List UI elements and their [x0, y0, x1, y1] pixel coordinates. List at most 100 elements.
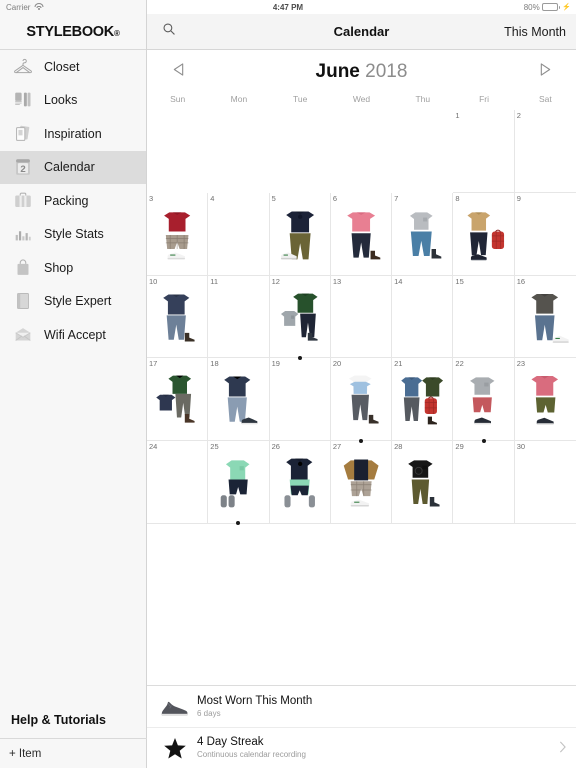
outfit-thumbnail[interactable]	[274, 201, 326, 271]
sidebar: STYLEBOOK® Closet Looks Inspiration 2 Ca…	[0, 0, 147, 768]
outfit-thumbnail[interactable]	[151, 366, 203, 436]
calendar-day-cell[interactable]: 19	[269, 358, 331, 442]
calendar-day-cell[interactable]: 5	[269, 192, 331, 276]
day-number: 18	[210, 359, 219, 369]
calendar-day-cell[interactable]: 13	[330, 275, 393, 359]
add-item-button[interactable]: + Item	[0, 739, 147, 768]
calendar-day-cell[interactable]: 25	[208, 441, 270, 526]
calendar-day-cell[interactable]: 22	[453, 358, 515, 443]
outfit-thumbnail[interactable]	[151, 284, 203, 354]
outfit-thumbnail[interactable]	[212, 449, 264, 519]
sidebar-item-shop[interactable]: Shop	[0, 251, 146, 285]
main-content: Calendar This Month June 2018 Sun Mon Tu…	[147, 0, 576, 768]
this-month-button[interactable]: This Month	[504, 25, 576, 39]
most-worn-row[interactable]: Most Worn This Month 6 days	[147, 686, 576, 727]
streak-row[interactable]: 4 Day Streak Continuous calendar recordi…	[147, 727, 576, 768]
outfit-thumbnail[interactable]	[457, 201, 509, 271]
outfit-thumbnail[interactable]	[335, 449, 387, 519]
calendar-day-cell[interactable]: 8	[453, 192, 515, 276]
day-number: 16	[516, 276, 526, 286]
month-navigation-bar: June 2018	[147, 50, 576, 94]
outfit-thumbnail[interactable]	[335, 201, 387, 271]
outfit-thumbnail[interactable]	[335, 366, 387, 436]
calendar-day-cell[interactable]: 30	[514, 441, 576, 524]
day-number: 28	[394, 442, 403, 452]
outfit-thumbnail[interactable]	[396, 449, 448, 519]
calendar-day-cell[interactable]: 7	[392, 192, 454, 276]
calendar-day-cell[interactable]: 26	[269, 441, 331, 524]
triangle-left-icon	[172, 62, 185, 82]
day-number: 7	[394, 193, 399, 203]
calendar-day-cell[interactable]: 11	[208, 275, 270, 359]
day-marker-dot	[481, 438, 486, 443]
calendar-day-cell[interactable]: 20	[330, 358, 393, 443]
outfit-thumbnail[interactable]	[274, 284, 326, 354]
day-number: 29	[455, 442, 464, 452]
most-worn-title: Most Worn This Month	[197, 694, 313, 707]
top-bar: Calendar This Month	[147, 14, 576, 50]
calendar-day-cell[interactable]: 18	[208, 358, 270, 442]
month-label: June	[315, 61, 360, 82]
sidebar-item-inspiration[interactable]: Inspiration	[0, 117, 146, 151]
day-number: 22	[455, 359, 464, 369]
help-and-tutorials-button[interactable]: Help & Tutorials	[0, 701, 147, 739]
outfit-thumbnail[interactable]	[212, 366, 264, 436]
outfit-thumbnail[interactable]	[457, 366, 509, 436]
calendar-day-cell[interactable]: 4	[208, 192, 270, 276]
month-year-title: June 2018	[316, 61, 408, 83]
calendar-day-cell[interactable]: 23	[514, 358, 576, 442]
calendar-day-cell[interactable]: 9	[514, 193, 576, 276]
calendar-day-cell[interactable]: 29	[453, 441, 515, 524]
calendar-day-cell[interactable]: 27	[330, 441, 393, 524]
calendar-day-cell[interactable]: 24	[147, 441, 209, 524]
most-worn-subtitle: 6 days	[197, 708, 221, 718]
outfit-thumbnail[interactable]	[396, 201, 448, 271]
sidebar-item-wifi-accept[interactable]: Wifi Accept	[0, 318, 146, 352]
calendar-day-cell[interactable]: 2	[514, 110, 576, 193]
outfit-thumbnail[interactable]	[519, 284, 572, 354]
calendar-day-cell[interactable]: 14	[392, 275, 454, 359]
day-number: 14	[394, 276, 403, 286]
calendar-day-cell[interactable]: 6	[330, 192, 393, 276]
calendar-day-cell[interactable]: 15	[453, 275, 515, 359]
outfit-thumbnail[interactable]	[396, 366, 448, 436]
weekday-label: Sat	[538, 94, 552, 104]
sidebar-item-looks[interactable]: Looks	[0, 84, 146, 118]
sidebar-item-style-expert[interactable]: Style Expert	[0, 285, 146, 319]
calendar-day-cell[interactable]: 1	[453, 110, 515, 193]
sidebar-item-packing[interactable]: Packing	[0, 184, 146, 218]
sidebar-item-label: Shop	[44, 260, 74, 275]
day-number: 23	[516, 359, 526, 369]
looks-icon	[12, 89, 34, 111]
calendar-day-cell[interactable]: 12	[269, 275, 331, 360]
day-number: 3	[149, 193, 154, 203]
chevron-right-icon[interactable]	[559, 740, 566, 756]
outfit-thumbnail[interactable]	[151, 201, 203, 271]
svg-text:2: 2	[20, 164, 25, 175]
day-number: 25	[210, 442, 219, 452]
sidebar-nav-list: Closet Looks Inspiration 2 Calendar Pack…	[0, 50, 146, 352]
day-number: 21	[394, 359, 403, 369]
help-label: Help & Tutorials	[11, 712, 106, 727]
calendar-day-cell[interactable]: 3	[147, 192, 209, 276]
sidebar-item-label: Closet	[44, 59, 80, 74]
outfit-thumbnail[interactable]	[519, 366, 572, 436]
weekday-label: Thu	[415, 94, 431, 104]
calendar-day-cell[interactable]: 21	[392, 358, 454, 442]
calendar-day-cell[interactable]: 17	[147, 358, 209, 442]
hanger-icon	[12, 56, 34, 78]
star-icon	[157, 733, 193, 763]
calendar-day-cell[interactable]: 28	[392, 441, 454, 524]
outfit-thumbnail[interactable]	[274, 449, 326, 519]
sidebar-item-closet[interactable]: Closet	[0, 50, 146, 84]
day-number: 9	[516, 193, 521, 203]
day-number: 10	[149, 276, 158, 286]
calendar-day-cell[interactable]: 16	[514, 276, 576, 359]
sidebar-item-calendar[interactable]: 2 Calendar	[0, 150, 146, 184]
day-number: 15	[455, 276, 464, 286]
calendar-day-cell[interactable]: 10	[147, 275, 209, 359]
next-month-button[interactable]	[528, 55, 562, 89]
calendar-empty-cell	[270, 110, 331, 193]
previous-month-button[interactable]	[161, 55, 195, 89]
sidebar-item-style-stats[interactable]: Style Stats	[0, 218, 146, 252]
